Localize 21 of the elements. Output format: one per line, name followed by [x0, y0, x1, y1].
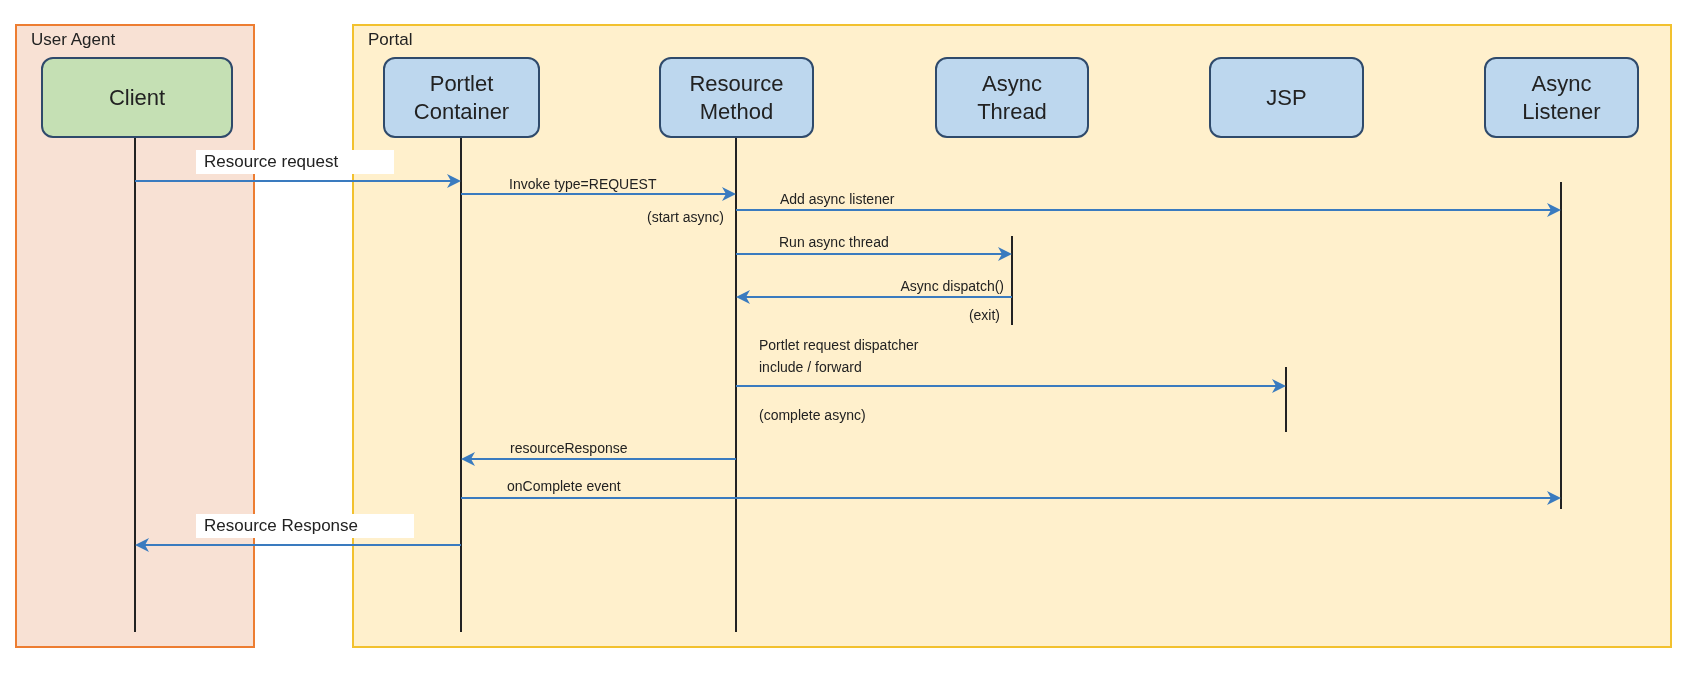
participant-box: Client: [41, 57, 233, 138]
message-label: Portlet request dispatcher include / forward: [759, 336, 919, 377]
message-label: onComplete event: [507, 477, 621, 496]
participant-box: Resource Method: [659, 57, 814, 138]
participant-box: JSP: [1209, 57, 1364, 138]
participant-box: Async Listener: [1484, 57, 1639, 138]
message-label: Invoke type=REQUEST: [509, 175, 657, 194]
note-text: (complete async): [759, 406, 866, 425]
lifeline: [1285, 366, 1287, 433]
message-label: Resource request: [196, 150, 394, 174]
message-label: Resource Response: [196, 514, 414, 538]
message-label: Run async thread: [779, 233, 889, 252]
frame-label: Portal: [368, 29, 413, 51]
message-label: Add async listener: [780, 190, 895, 209]
message-label: Async dispatch(): [900, 277, 1004, 296]
note-text: (exit): [968, 306, 1000, 325]
message-label: resourceResponse: [510, 439, 628, 458]
frame-label: User Agent: [31, 29, 116, 51]
note-text: (start async): [647, 208, 724, 227]
participant-box: Portlet Container: [383, 57, 540, 138]
participant-box: Async Thread: [935, 57, 1089, 138]
